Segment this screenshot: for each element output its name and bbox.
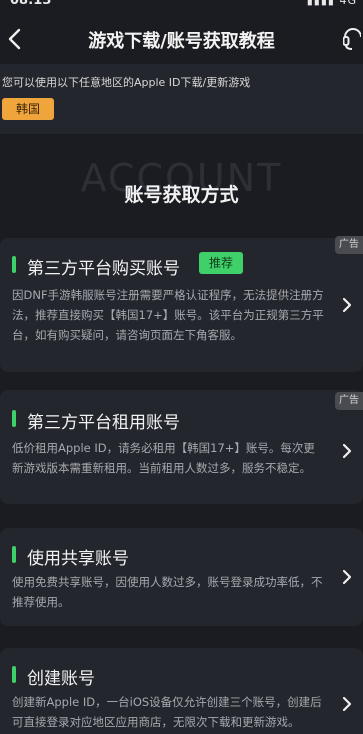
card-accent-bar [12,546,16,563]
card-shared-account[interactable]: 使用共享账号 使用免费共享账号，因使用人数过多，账号登录成功率低，不推荐使用。 [0,528,363,626]
chevron-right-icon [342,696,352,712]
card-rent-account[interactable]: 第三方平台租用账号 低价租用Apple ID，请务必租用【韩国17+】账号。每次… [0,390,363,504]
card-title: 创建账号 [27,669,95,689]
status-signal: ▮▮▮▮ 4G [307,0,357,7]
section-title: 账号获取方式 [124,184,239,206]
status-bar: 08:13 ▮▮▮▮ 4G [0,0,363,12]
chevron-right-icon [342,443,352,459]
chevron-right-icon [342,297,352,313]
card-description: 低价租用Apple ID，请务必租用【韩国17+】账号。每次更新游戏版本需重新租… [12,441,315,475]
nav-bar: 游戏下载/账号获取教程 [0,14,363,64]
region-badge-korea[interactable]: 韩国 [2,98,54,120]
card-title: 第三方平台购买账号 [27,259,180,279]
page-title: 游戏下载/账号获取教程 [88,31,275,52]
notice-text: 您可以使用以下任意地区的Apple ID下载/更新游戏 [2,76,251,89]
card-title: 第三方平台租用账号 [27,413,180,433]
customer-service-icon[interactable] [343,27,361,51]
card-accent-bar [12,256,16,273]
card-description: 使用免费共享账号，因使用人数过多，账号登录成功率低，不推荐使用。 [12,575,323,609]
card-create-account[interactable]: 创建账号 创建新Apple ID，一台iOS设备仅允许创建三个账号，创建后可直接… [0,648,363,734]
region-notice: 您可以使用以下任意地区的Apple ID下载/更新游戏 韩国 [0,64,363,134]
card-buy-account[interactable]: 第三方平台购买账号 推荐 因DNF手游韩服账号注册需要严格认证程序，无法提供注册… [0,236,363,372]
page: 08:13 ▮▮▮▮ 4G 游戏下载/账号获取教程 您可以使用以下任意地区的Ap… [0,0,363,734]
network-type: 4G [339,0,357,7]
chevron-right-icon [342,569,352,585]
card-accent-bar [12,410,16,427]
ad-badge: 广告 [335,392,363,410]
signal-icon: ▮▮▮▮ [306,0,335,7]
recommend-tag: 推荐 [199,252,243,274]
card-description: 因DNF手游韩服账号注册需要严格认证程序，无法提供注册方法，推荐直接购买【韩国1… [12,288,324,342]
card-title: 使用共享账号 [27,549,129,569]
card-accent-bar [12,666,16,683]
status-time: 08:13 [10,0,52,8]
ad-badge: 广告 [335,236,363,254]
card-description: 创建新Apple ID，一台iOS设备仅允许创建三个账号，创建后可直接登录对应地… [12,695,322,729]
